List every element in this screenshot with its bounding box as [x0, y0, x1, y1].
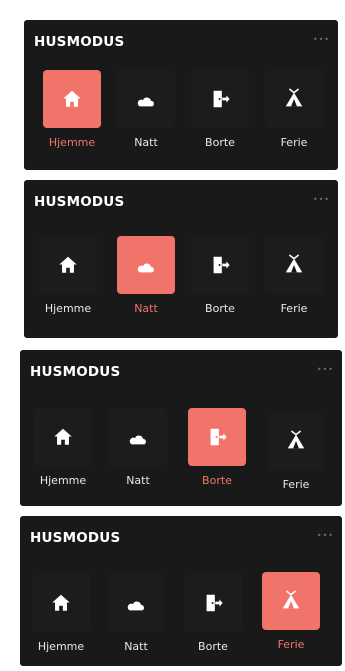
mode-label: Hjemme — [44, 302, 92, 315]
mode-button-natt[interactable]: Natt — [105, 574, 167, 666]
door-exit-icon — [210, 428, 227, 446]
mode-button-ferie[interactable]: Ferie — [263, 70, 325, 162]
mode-label: Hjemme — [39, 474, 87, 487]
mode-button-box[interactable] — [267, 412, 325, 470]
mode-button-natt[interactable]: Natt — [115, 236, 177, 328]
mode-button-natt[interactable]: Natt — [107, 408, 169, 500]
mode-button-hjemme[interactable]: Hjemme — [37, 236, 99, 328]
mode-label: Hjemme — [37, 640, 85, 653]
mode-button-ferie[interactable]: Ferie — [263, 236, 325, 328]
moon-cloud-icon — [129, 428, 146, 445]
mode-button-hjemme[interactable]: Hjemme — [32, 408, 94, 500]
mode-button-box[interactable] — [39, 236, 97, 294]
mode-button-box[interactable] — [184, 574, 242, 632]
home-icon — [59, 256, 77, 273]
mode-button-box[interactable] — [265, 70, 323, 128]
mode-button-box[interactable] — [43, 70, 101, 128]
mode-label: Ferie — [280, 136, 308, 149]
home-icon — [54, 428, 72, 445]
mode-label: Ferie — [277, 638, 305, 651]
mode-button-box[interactable] — [191, 236, 249, 294]
more-dots-icon[interactable]: ••• — [317, 366, 334, 374]
mode-label: Natt — [134, 302, 158, 315]
mode-button-borte[interactable]: Borte — [189, 236, 251, 328]
mode-button-natt[interactable]: Natt — [115, 70, 177, 162]
moon-cloud-icon — [137, 256, 154, 273]
mode-button-borte[interactable]: Borte — [186, 408, 248, 500]
mode-label: Ferie — [280, 302, 308, 315]
mode-button-box[interactable] — [262, 572, 320, 630]
screenshot-sheet: HUSMODUS ••• Hjemme Natt Borte Ferie HUS… — [0, 0, 345, 671]
house-mode-card-3: HUSMODUS ••• Hjemme Natt Borte Ferie — [20, 350, 342, 506]
mode-label: Borte — [198, 640, 228, 653]
mode-button-box[interactable] — [107, 574, 165, 632]
mode-button-hjemme[interactable]: Hjemme — [30, 574, 92, 666]
mode-button-ferie[interactable]: Ferie — [260, 572, 322, 664]
mode-button-borte[interactable]: Borte — [182, 574, 244, 666]
house-mode-card-4: HUSMODUS ••• Hjemme Natt Borte Ferie — [20, 516, 342, 666]
mode-button-borte[interactable]: Borte — [189, 70, 251, 162]
mode-button-box[interactable] — [265, 236, 323, 294]
moon-cloud-icon — [127, 594, 144, 611]
more-dots-icon[interactable]: ••• — [313, 196, 330, 204]
door-exit-icon — [213, 256, 230, 274]
mode-label: Borte — [205, 302, 235, 315]
card-title: HUSMODUS — [30, 364, 121, 380]
home-icon — [52, 594, 70, 611]
mode-label: Natt — [124, 640, 148, 653]
door-exit-icon — [213, 90, 230, 108]
more-dots-icon[interactable]: ••• — [317, 532, 334, 540]
mode-button-ferie[interactable]: Ferie — [265, 412, 327, 504]
tent-icon — [287, 430, 305, 449]
mode-button-box[interactable] — [117, 236, 175, 294]
mode-button-box[interactable] — [191, 70, 249, 128]
card-title: HUSMODUS — [30, 530, 121, 546]
mode-button-box[interactable] — [109, 408, 167, 466]
mode-button-box[interactable] — [188, 408, 246, 466]
card-title: HUSMODUS — [34, 34, 125, 50]
mode-button-box[interactable] — [34, 408, 92, 466]
house-mode-card-2: HUSMODUS ••• Hjemme Natt Borte Ferie — [24, 180, 338, 338]
more-dots-icon[interactable]: ••• — [313, 36, 330, 44]
mode-label: Natt — [126, 474, 150, 487]
home-icon — [63, 90, 81, 107]
tent-icon — [285, 88, 303, 107]
mode-button-hjemme[interactable]: Hjemme — [41, 70, 103, 162]
mode-label: Natt — [134, 136, 158, 149]
mode-label: Hjemme — [48, 136, 96, 149]
mode-label: Borte — [205, 136, 235, 149]
moon-cloud-icon — [137, 90, 154, 107]
tent-icon — [285, 254, 303, 273]
card-title: HUSMODUS — [34, 194, 125, 210]
mode-button-box[interactable] — [32, 574, 90, 632]
door-exit-icon — [206, 594, 223, 612]
mode-button-box[interactable] — [117, 70, 175, 128]
mode-label: Borte — [202, 474, 232, 487]
house-mode-card-1: HUSMODUS ••• Hjemme Natt Borte Ferie — [24, 20, 338, 170]
tent-icon — [282, 590, 300, 609]
mode-label: Ferie — [282, 478, 310, 491]
